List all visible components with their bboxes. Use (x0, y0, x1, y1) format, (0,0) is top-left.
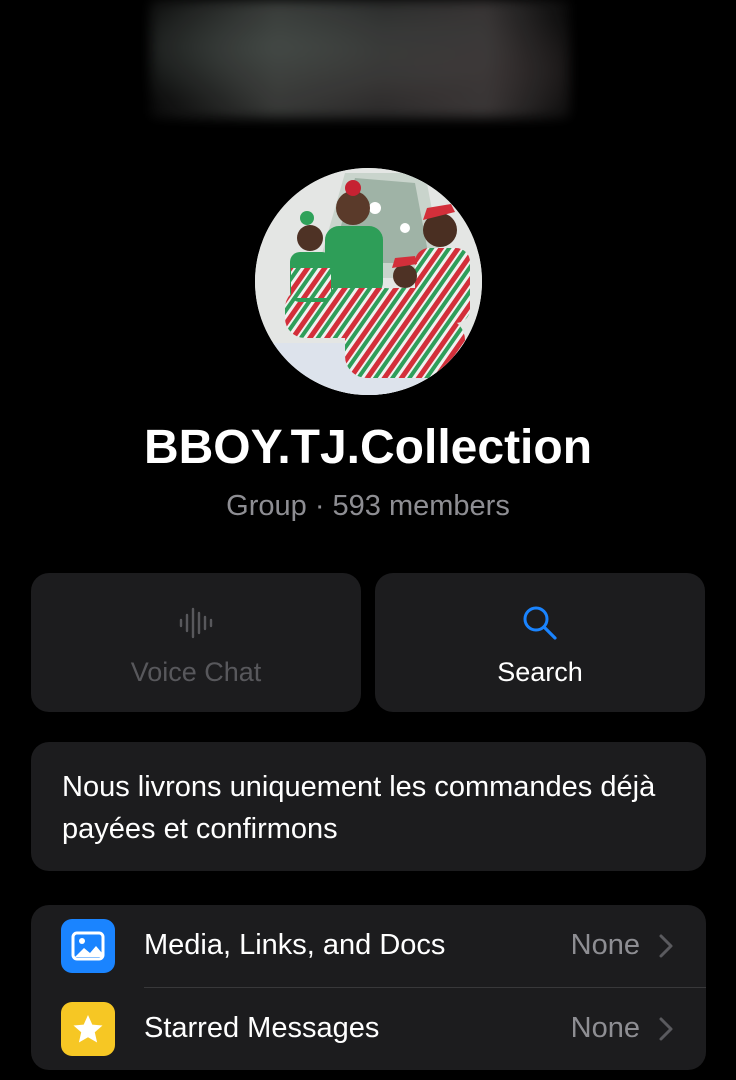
group-info-list: Media, Links, and Docs None Starred Mess… (31, 905, 706, 1070)
voice-chat-label: Voice Chat (130, 657, 262, 687)
voice-chat-button[interactable]: Voice Chat (31, 573, 361, 712)
group-photo-image (255, 168, 482, 395)
search-button[interactable]: Search (375, 573, 705, 712)
group-avatar[interactable] (255, 168, 482, 395)
media-links-docs-value: None (570, 929, 640, 961)
search-icon (375, 603, 705, 643)
search-label: Search (497, 657, 583, 687)
waveform-icon (31, 603, 361, 643)
list-item-starred-messages[interactable]: Starred Messages None (31, 988, 706, 1070)
starred-messages-value: None (570, 1012, 640, 1044)
group-member-count: Group · 593 members (226, 490, 510, 522)
group-description[interactable]: Nous livrons uniquement les commandes dé… (31, 742, 706, 871)
group-name: BBOY.TJ.Collection (143, 421, 593, 474)
star-icon (61, 1002, 115, 1056)
starred-messages-label: Starred Messages (144, 1012, 380, 1044)
chevron-right-icon (659, 1017, 673, 1041)
description-text: Nous livrons uniquement les commandes dé… (62, 771, 656, 845)
list-item-media-links-docs[interactable]: Media, Links, and Docs None (31, 905, 706, 987)
chevron-right-icon (659, 934, 673, 958)
photo-icon (61, 919, 115, 973)
blurred-header-image (150, 0, 570, 118)
media-links-docs-label: Media, Links, and Docs (144, 929, 446, 961)
group-info-screen: BBOY.TJ.Collection Group · 593 members V… (0, 0, 736, 1080)
